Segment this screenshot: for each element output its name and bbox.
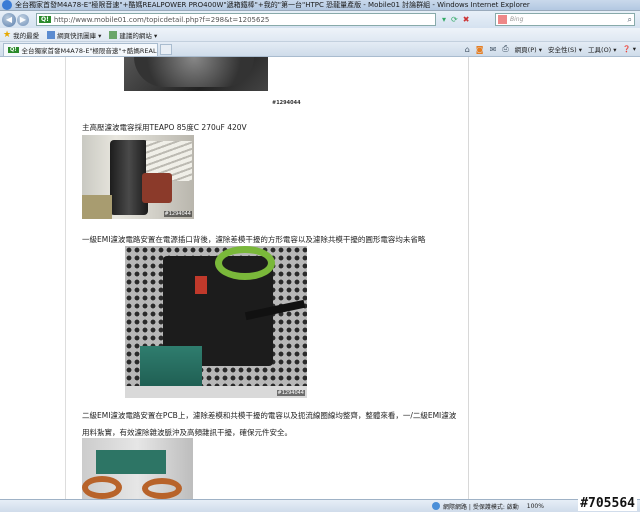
security-zone: 網際網路 | 受保護模式: 啟動 bbox=[432, 502, 519, 511]
overlay-watermark: #705564 bbox=[578, 496, 637, 511]
mail-icon[interactable]: ✉ bbox=[490, 45, 497, 54]
caption-line-1: 二級EMI濾波電路安置在PCB上，濾除差模和共模干擾的電容以及扼流線圈線均整齊，… bbox=[82, 411, 457, 420]
zoom-level[interactable]: 100% bbox=[527, 503, 544, 510]
caption-line-2: 用料紮實，有效濾除雜波脈沖及高頻雜訊干擾，確保元件安全。 bbox=[82, 428, 292, 437]
bing-icon bbox=[498, 15, 507, 24]
title-bar: 全台獨家首發M4A78-E"極限音速"+酷媽REALPOWER PRO400W"… bbox=[0, 0, 640, 11]
print-icon[interactable]: ⎙ bbox=[502, 44, 508, 54]
image-watermark: #1294044 bbox=[276, 390, 305, 396]
post-image-emi-pcb[interactable] bbox=[82, 438, 193, 499]
dropdown-icon[interactable]: ▾ bbox=[442, 15, 446, 24]
suggested-sites-button[interactable]: 建議的網站 ▾ bbox=[109, 30, 157, 40]
caption-emi-second-stage: 二級EMI濾波電路安置在PCB上，濾除差模和共模干擾的電容以及扼流線圈線均整齊，… bbox=[82, 410, 472, 438]
search-icon[interactable]: ⌕ bbox=[628, 15, 632, 25]
search-input[interactable]: Bing ⌕ bbox=[495, 13, 635, 26]
web-slice-button[interactable]: 網頁快訊圖庫 ▾ bbox=[47, 30, 101, 40]
stop-icon[interactable]: ✖ bbox=[463, 15, 470, 24]
suggested-sites-icon bbox=[109, 30, 118, 39]
post-image-emi-socket[interactable]: #1294044 bbox=[125, 246, 307, 398]
globe-icon bbox=[432, 502, 440, 510]
page-menu[interactable]: 網頁(P) ▾ bbox=[515, 44, 542, 54]
post-image-capacitor[interactable]: #1294044 bbox=[82, 135, 194, 219]
new-tab-button[interactable] bbox=[160, 43, 172, 55]
favorites-button[interactable]: ★ 我的最愛 bbox=[3, 30, 39, 40]
star-icon: ★ bbox=[3, 29, 12, 40]
command-bar: Q! 全台獨家首發M4A78-E"極限音速"+酷媽REALP... ⌂ ◙ ✉ … bbox=[0, 42, 640, 57]
search-placeholder: Bing bbox=[510, 16, 524, 23]
image-watermark: #1294044 bbox=[272, 100, 301, 106]
post-image-fan[interactable] bbox=[124, 57, 268, 91]
tab-active[interactable]: Q! 全台獨家首發M4A78-E"極限音速"+酷媽REALP... bbox=[3, 42, 158, 56]
forward-arrow-icon: ▶ bbox=[19, 15, 27, 24]
caption-emi-first-stage: 一級EMI濾波電路安置在電源插口背後，濾除差模干擾的方形電容以及濾除共模干擾的圓… bbox=[82, 235, 426, 244]
tab-label: 全台獨家首發M4A78-E"極限音速"+酷媽REALP... bbox=[21, 46, 158, 55]
back-button[interactable]: ◀ bbox=[2, 12, 16, 27]
tools-menu[interactable]: 工具(O) ▾ bbox=[588, 44, 617, 54]
site-favicon: Q! bbox=[39, 16, 51, 23]
ie-icon bbox=[2, 0, 12, 10]
window-title: 全台獨家首發M4A78-E"極限音速"+酷媽REALPOWER PRO400W"… bbox=[15, 1, 530, 9]
home-icon[interactable]: ⌂ bbox=[465, 45, 470, 54]
help-menu[interactable]: ❓ ▾ bbox=[623, 45, 636, 53]
safety-menu[interactable]: 安全性(S) ▾ bbox=[548, 44, 582, 54]
post-content: #1294044 主高壓濾波電容採用TEAPO 85度C 270uF 420V … bbox=[67, 57, 467, 499]
left-gutter bbox=[0, 57, 66, 499]
caption-capacitor: 主高壓濾波電容採用TEAPO 85度C 270uF 420V bbox=[82, 123, 247, 132]
url-text: http://www.mobile01.com/topicdetail.php?… bbox=[53, 15, 270, 24]
address-row: ◀ ▶ Q! http://www.mobile01.com/topicdeta… bbox=[0, 11, 640, 28]
refresh-icon[interactable]: ⟳ bbox=[451, 15, 458, 24]
status-bar: 網際網路 | 受保護模式: 啟動 100% bbox=[0, 499, 640, 512]
web-slice-icon bbox=[47, 30, 56, 39]
forward-button[interactable]: ▶ bbox=[17, 13, 29, 26]
tab-favicon: Q! bbox=[8, 46, 19, 53]
right-sidebar bbox=[468, 57, 640, 499]
favorites-bar: ★ 我的最愛 網頁快訊圖庫 ▾ 建議的網站 ▾ bbox=[0, 28, 640, 42]
image-watermark: #1294044 bbox=[163, 211, 192, 217]
feeds-icon[interactable]: ◙ bbox=[476, 45, 484, 54]
page-viewport: #1294044 主高壓濾波電容採用TEAPO 85度C 270uF 420V … bbox=[0, 57, 640, 499]
address-input[interactable]: Q! http://www.mobile01.com/topicdetail.p… bbox=[36, 13, 436, 26]
back-arrow-icon: ◀ bbox=[5, 15, 13, 24]
